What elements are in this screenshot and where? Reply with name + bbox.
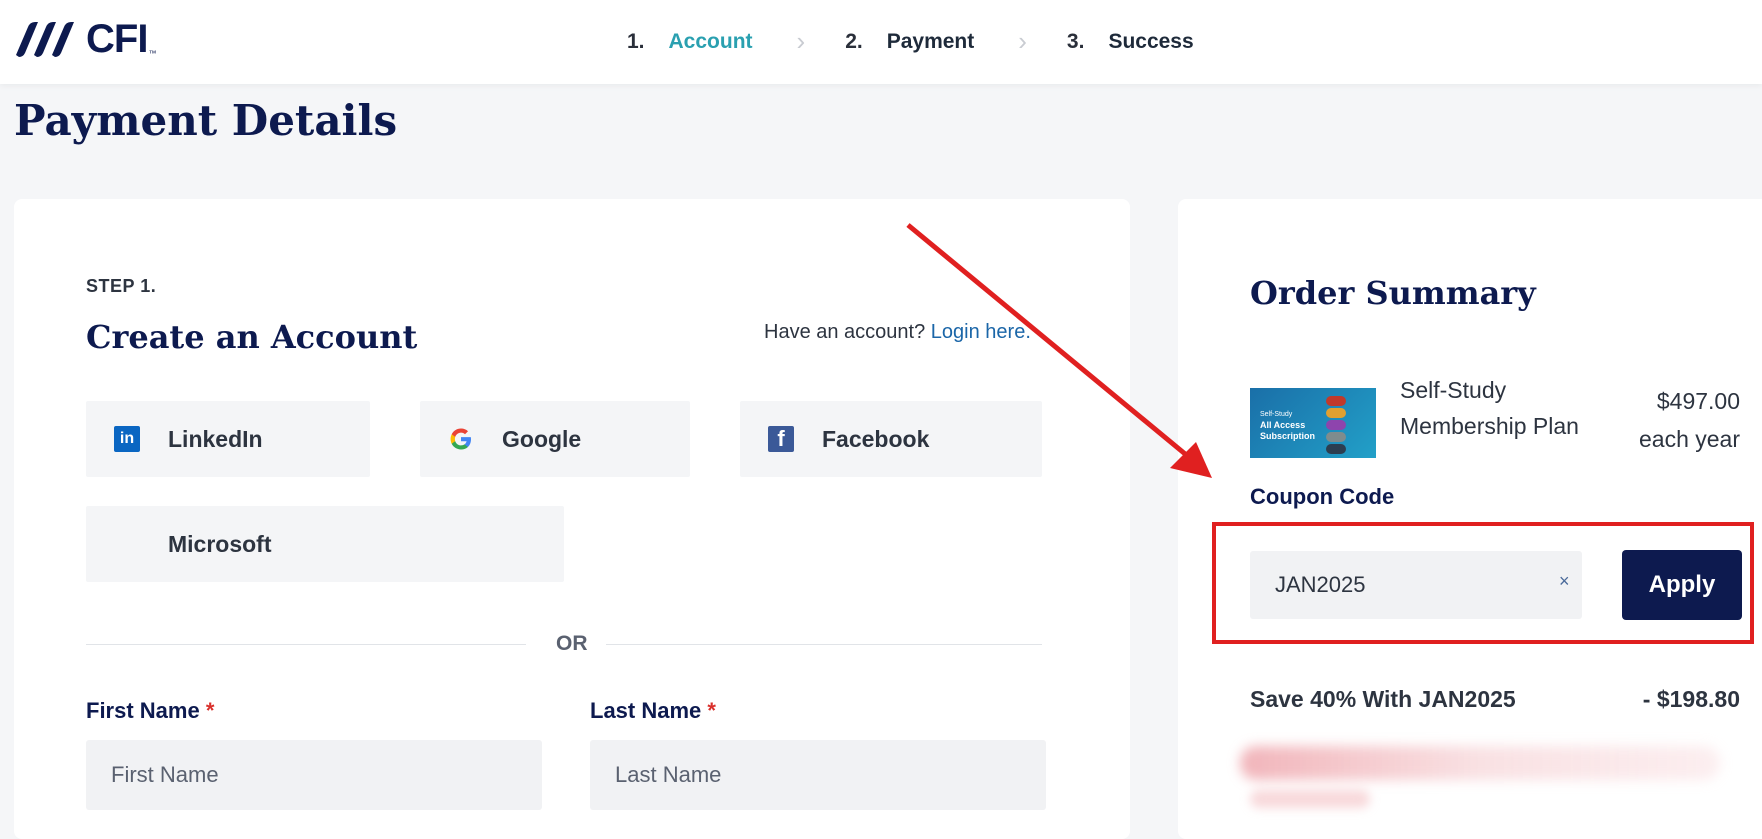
facebook-button[interactable]: f Facebook xyxy=(740,401,1042,477)
step-payment[interactable]: 2. Payment xyxy=(845,30,974,54)
facebook-icon: f xyxy=(768,426,794,452)
coupon-code-label: Coupon Code xyxy=(1250,484,1395,509)
step-label: Account xyxy=(668,29,753,53)
login-link[interactable]: Login here. xyxy=(931,321,1031,343)
or-divider-text: OR xyxy=(556,632,588,655)
product-thumbnail-caption: Self-Study All Access Subscription xyxy=(1260,411,1316,441)
step-label-text: STEP 1. xyxy=(86,276,157,296)
product-price: $497.00 xyxy=(1656,388,1740,414)
divider-right xyxy=(606,644,1042,645)
divider-left xyxy=(86,644,526,645)
linkedin-label: LinkedIn xyxy=(168,425,263,452)
google-label: Google xyxy=(502,425,582,452)
chevron-right-icon: › xyxy=(796,26,806,56)
blurred-content xyxy=(1240,746,1720,780)
step-number: 1. xyxy=(627,29,645,53)
chevron-right-icon: › xyxy=(1018,26,1027,56)
google-button[interactable]: Google xyxy=(420,401,690,477)
product-billing-period: each year xyxy=(1638,426,1740,452)
logo-text: CFI xyxy=(86,16,148,61)
have-account-text: Have an account? Login here. xyxy=(764,321,1031,344)
linkedin-icon: in xyxy=(114,426,140,452)
page-title: Payment Details xyxy=(14,96,398,145)
required-mark: * xyxy=(707,698,716,723)
last-name-label: Last Name * xyxy=(590,698,716,724)
checkout-steps: 1. Account › 2. Payment › 3. Success xyxy=(627,26,1194,57)
have-account-prompt: Have an account? xyxy=(764,321,926,343)
coupon-code-input[interactable]: JAN2025 xyxy=(1250,551,1582,619)
step-success[interactable]: 3. Success xyxy=(1067,30,1194,54)
step-label: Success xyxy=(1108,29,1194,53)
logo-trademark: ™ xyxy=(148,48,157,58)
google-icon xyxy=(448,426,474,452)
cfi-logo-mark-icon xyxy=(16,22,74,57)
microsoft-icon xyxy=(114,531,140,557)
discount-amount: - $198.80 xyxy=(1642,686,1740,712)
product-name: Self-Study Membership Plan xyxy=(1400,377,1579,439)
order-summary-title: Order Summary xyxy=(1250,274,1536,312)
clear-icon[interactable]: × xyxy=(1559,571,1570,592)
required-mark: * xyxy=(205,698,215,723)
microsoft-button[interactable]: Microsoft xyxy=(86,506,564,582)
step-number: 2. xyxy=(845,29,863,53)
apply-coupon-button[interactable]: Apply xyxy=(1622,550,1742,620)
first-name-input[interactable] xyxy=(86,740,542,810)
step-label: Payment xyxy=(886,29,975,53)
microsoft-label: Microsoft xyxy=(168,530,272,557)
linkedin-button[interactable]: in LinkedIn xyxy=(86,401,370,477)
blurred-content xyxy=(1250,790,1370,808)
top-header: CFI ™ 1. Account › 2. Payment › 3. Succe… xyxy=(0,0,1762,84)
first-name-label-text: First Name xyxy=(86,698,200,723)
first-name-label: First Name * xyxy=(86,698,214,724)
facebook-label: Facebook xyxy=(822,425,930,452)
step-number: 3. xyxy=(1066,29,1085,53)
certificate-badges-icon xyxy=(1326,394,1346,456)
product-thumbnail: Self-Study All Access Subscription xyxy=(1250,388,1376,458)
discount-label: Save 40% With JAN2025 xyxy=(1250,686,1516,712)
cfi-logo[interactable]: CFI ™ xyxy=(14,14,156,64)
last-name-input[interactable] xyxy=(590,740,1046,810)
create-account-heading: Create an Account xyxy=(86,318,418,356)
step-account[interactable]: 1. Account xyxy=(627,30,753,54)
last-name-label-text: Last Name xyxy=(590,698,702,723)
